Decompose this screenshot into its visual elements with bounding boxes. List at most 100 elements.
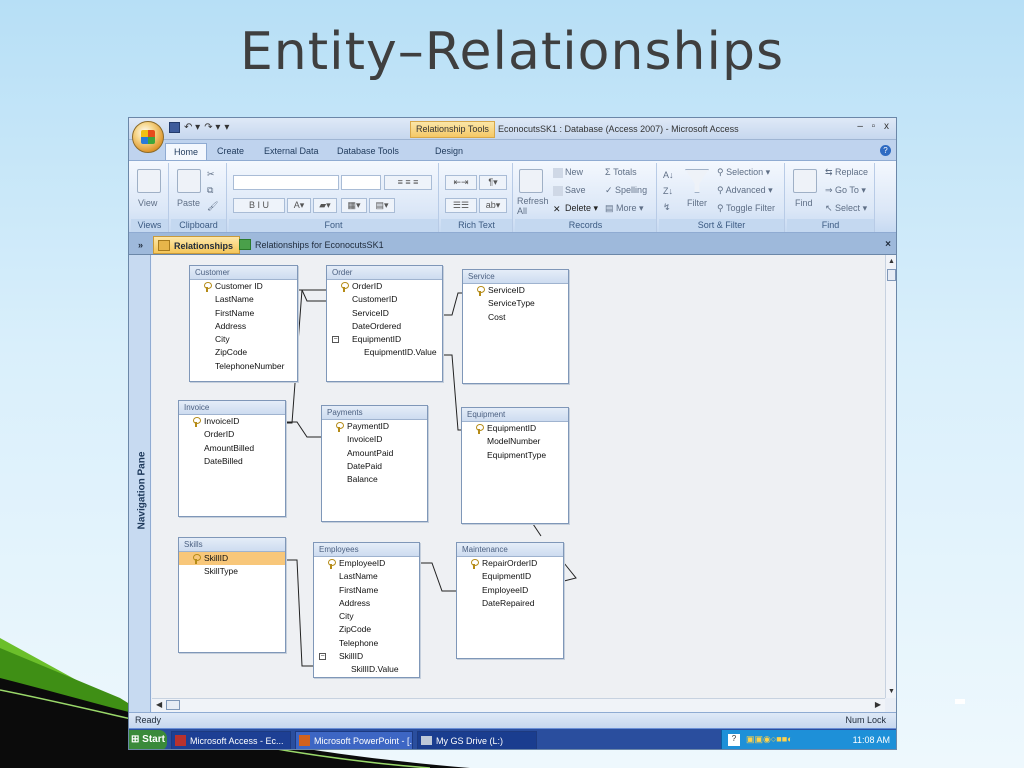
field-employee-id[interactable]: EmployeeID	[457, 584, 563, 597]
paste-button[interactable]: Paste	[177, 198, 200, 208]
tab-home[interactable]: Home	[165, 143, 208, 160]
field-address[interactable]: Address	[190, 320, 297, 333]
tray-icons[interactable]: ▣▣◉○■■◐	[746, 734, 793, 745]
font-color-button[interactable]: A▾	[287, 198, 311, 213]
field-skill-id[interactable]: SkillID	[179, 552, 285, 566]
cut-icon[interactable]: ✂	[207, 169, 215, 180]
field-city[interactable]: City	[314, 610, 419, 623]
filter-icon[interactable]	[685, 169, 709, 193]
field-telephone-number[interactable]: TelephoneNumber	[190, 360, 297, 373]
table-payments[interactable]: Payments PaymentID InvoiceID AmountPaid …	[321, 405, 428, 522]
field-cost[interactable]: Cost	[463, 311, 568, 324]
indent-buttons[interactable]: ⇤⇥	[445, 175, 477, 190]
table-order[interactable]: Order OrderID CustomerID ServiceID DateO…	[326, 265, 443, 382]
field-date-repaired[interactable]: DateRepaired	[457, 597, 563, 610]
table-employees[interactable]: Employees EmployeeID LastName FirstName …	[313, 542, 420, 678]
direction-button[interactable]: ¶▾	[479, 175, 507, 190]
field-date-ordered[interactable]: DateOrdered	[327, 320, 442, 333]
hscroll-thumb[interactable]	[166, 700, 180, 710]
nav-chevron[interactable]: »	[132, 236, 149, 254]
tab-design[interactable]: Design	[435, 143, 463, 160]
task-powerpoint[interactable]: Microsoft PowerPoint - [...	[295, 731, 413, 749]
field-payment-id[interactable]: PaymentID	[322, 420, 427, 433]
collapse-icon[interactable]: −	[332, 336, 339, 344]
field-zip-code[interactable]: ZipCode	[314, 623, 419, 636]
field-service-id[interactable]: ServiceID	[327, 307, 442, 320]
new-record-button[interactable]: New	[553, 167, 583, 178]
delete-record-button[interactable]: ✕ Delete ▾	[553, 203, 598, 214]
paste-icon[interactable]	[177, 169, 201, 193]
save-record-button[interactable]: Save	[553, 185, 586, 196]
office-button[interactable]	[132, 121, 164, 153]
font-size-combo[interactable]	[341, 175, 381, 190]
toggle-filter-button[interactable]: ⚲ Toggle Filter	[717, 203, 775, 214]
scroll-up-icon[interactable]: ▲	[888, 258, 895, 265]
field-date-billed[interactable]: DateBilled	[179, 455, 285, 468]
field-zip-code[interactable]: ZipCode	[190, 346, 297, 359]
field-service-type[interactable]: ServiceType	[463, 297, 568, 310]
scroll-thumb[interactable]	[887, 269, 896, 281]
field-equipment-id[interactable]: EquipmentID	[462, 422, 568, 435]
table-customer[interactable]: Customer Customer ID LastName FirstName …	[189, 265, 298, 382]
table-service[interactable]: Service ServiceID ServiceType Cost	[462, 269, 569, 384]
field-date-paid[interactable]: DatePaid	[322, 460, 427, 473]
field-skill-id[interactable]: − SkillID	[314, 650, 419, 663]
field-address[interactable]: Address	[314, 597, 419, 610]
goto-button[interactable]: ⇒ Go To ▾	[825, 185, 866, 196]
field-order-id[interactable]: OrderID	[327, 280, 442, 293]
format-painter-icon[interactable]: 🖌	[207, 201, 218, 212]
help-icon[interactable]: ?	[880, 145, 891, 156]
find-button[interactable]: Find	[795, 198, 813, 208]
fill-color-button[interactable]: ▰▾	[313, 198, 337, 213]
sort-icons[interactable]: A↓ Z↓ ↯	[663, 167, 674, 215]
field-order-id[interactable]: OrderID	[179, 428, 285, 441]
vertical-scrollbar[interactable]: ▲ ▼	[885, 255, 896, 698]
tab-external-data[interactable]: External Data	[264, 143, 319, 160]
redo-icon[interactable]: ↷ ▾	[204, 122, 220, 133]
align-buttons[interactable]: ≡ ≡ ≡	[384, 175, 432, 190]
field-customer-id[interactable]: CustomerID	[327, 293, 442, 306]
select-button[interactable]: ↖ Select ▾	[825, 203, 867, 214]
filter-button[interactable]: Filter	[687, 198, 707, 208]
copy-icon[interactable]: ⧉	[207, 185, 213, 196]
scroll-right-icon[interactable]: ▶	[875, 700, 881, 709]
field-city[interactable]: City	[190, 333, 297, 346]
help-tray-icon[interactable]: ?	[728, 734, 740, 746]
field-skill-id-value[interactable]: SkillID.Value	[314, 663, 419, 676]
view-icon[interactable]	[137, 169, 161, 193]
close-document-button[interactable]: ×	[885, 239, 891, 250]
field-amount-billed[interactable]: AmountBilled	[179, 442, 285, 455]
qat-customize-icon[interactable]: ▾	[224, 122, 229, 133]
selection-button[interactable]: ⚲ Selection ▾	[717, 167, 770, 178]
tab-relationships[interactable]: Relationships	[153, 236, 241, 254]
tab-database-tools[interactable]: Database Tools	[337, 143, 399, 160]
scroll-down-icon[interactable]: ▼	[888, 688, 895, 695]
collapse-icon[interactable]: −	[319, 653, 326, 661]
field-invoice-id[interactable]: InvoiceID	[322, 433, 427, 446]
field-equipment-id-value[interactable]: EquipmentID.Value	[327, 346, 442, 359]
binoculars-icon[interactable]	[793, 169, 817, 193]
more-button[interactable]: ▤ More ▾	[605, 203, 644, 214]
list-buttons[interactable]: ☰☰	[445, 198, 477, 213]
alt-fill-button[interactable]: ▤▾	[369, 198, 395, 213]
totals-button[interactable]: Σ Totals	[605, 167, 637, 177]
table-skills[interactable]: Skills SkillID SkillType	[178, 537, 286, 653]
tab-relationships-for[interactable]: Relationships for EconocutsSK1	[235, 236, 390, 254]
table-invoice[interactable]: Invoice InvoiceID OrderID AmountBilled D…	[178, 400, 286, 517]
view-button[interactable]: View	[138, 198, 157, 208]
advanced-button[interactable]: ⚲ Advanced ▾	[717, 185, 773, 196]
field-skill-type[interactable]: SkillType	[179, 565, 285, 578]
field-balance[interactable]: Balance	[322, 473, 427, 486]
field-telephone[interactable]: Telephone	[314, 637, 419, 650]
replace-button[interactable]: ⇆ Replace	[825, 167, 868, 178]
field-invoice-id[interactable]: InvoiceID	[179, 415, 285, 428]
relationships-canvas[interactable]: Customer Customer ID LastName FirstName …	[152, 255, 885, 698]
gridlines-button[interactable]: ▦▾	[341, 198, 367, 213]
spelling-button[interactable]: ✓ Spelling	[605, 185, 647, 196]
scroll-left-icon[interactable]: ◀	[156, 700, 162, 709]
field-equipment-id[interactable]: − EquipmentID	[327, 333, 442, 346]
field-equipment-id[interactable]: EquipmentID	[457, 570, 563, 583]
field-repair-order-id[interactable]: RepairOrderID	[457, 557, 563, 570]
field-equipment-type[interactable]: EquipmentType	[462, 449, 568, 462]
field-last-name[interactable]: LastName	[190, 293, 297, 306]
